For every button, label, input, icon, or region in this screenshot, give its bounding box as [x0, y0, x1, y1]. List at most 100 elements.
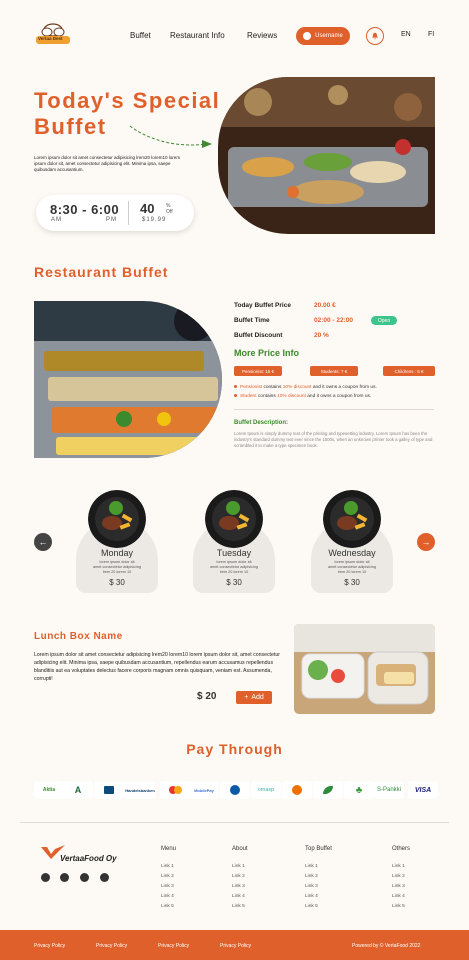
bullet-icon	[234, 394, 237, 398]
restaurant-buffet-title: Restaurant Buffet	[34, 264, 169, 280]
footer-link[interactable]: Link 4	[161, 892, 174, 902]
user-button[interactable]: Username	[296, 27, 350, 45]
buffet-discount-value: 20 %	[314, 332, 329, 339]
danske-logo[interactable]	[94, 781, 124, 799]
footer-col-menu-title: Menu	[161, 846, 177, 852]
plus-icon: +	[244, 694, 249, 701]
notification-bell-icon[interactable]	[366, 27, 384, 45]
mobilepay-logo[interactable]: MobilePay	[189, 781, 219, 799]
footer-about-links: Link 1 Link 2 Link 3 Link 4 Link 5	[232, 862, 245, 912]
steak-plate-image	[88, 490, 146, 548]
aktia-logo[interactable]: Aktia	[34, 781, 64, 799]
privacy-policy-link[interactable]: Privacy Policy	[34, 943, 65, 949]
buffet-time-label: Buffet Time	[234, 317, 270, 324]
alandsbanken-logo[interactable]: A	[63, 781, 93, 799]
add-to-cart-button[interactable]: + Add	[236, 691, 272, 704]
footer-link[interactable]: Link 3	[232, 882, 245, 892]
today-price-label: Today Buffet Price	[234, 302, 291, 309]
s-pankki-logo[interactable]: S-Pankki	[374, 781, 404, 799]
pop-pankki-logo[interactable]	[313, 781, 343, 799]
nordea-logo[interactable]	[220, 781, 250, 799]
day-card-monday[interactable]: Monday lorem ipsum dolor sit amet consec…	[76, 490, 158, 593]
steak-plate-image	[205, 490, 263, 548]
bottom-bar: Privacy Policy Privacy Policy Privacy Po…	[0, 930, 469, 960]
footer-link[interactable]: Link 2	[232, 872, 245, 882]
privacy-policy-link[interactable]: Privacy Policy	[158, 943, 189, 949]
hero-buffet-image	[218, 77, 435, 234]
buffet-description-title: Buffet Description:	[234, 420, 288, 426]
powered-by-text: Powered by © VertaFood 2022	[352, 943, 421, 949]
day-card-wednesday[interactable]: Wednesday lorem ipsum dolor sit amet con…	[311, 490, 393, 593]
footer-link[interactable]: Link 3	[392, 882, 405, 892]
facebook-icon[interactable]	[60, 873, 69, 882]
discount-value: 40	[140, 201, 155, 216]
more-price-info-title: More Price Info	[234, 348, 300, 358]
mastercard-logo[interactable]	[160, 781, 190, 799]
carousel-next-button[interactable]: →	[417, 533, 435, 551]
footer-link[interactable]: Link 1	[161, 862, 174, 872]
student-note: Student contains 10% discount and it own…	[234, 394, 371, 399]
user-icon	[303, 32, 312, 40]
off-label: Off	[166, 209, 173, 215]
lang-en[interactable]: EN	[401, 31, 411, 38]
day-price: $ 30	[226, 578, 242, 587]
footer-link[interactable]: Link 1	[232, 862, 245, 872]
brand-logo[interactable]: Vertaa Dest	[34, 22, 72, 48]
time-discount-box: 8:30 - 6:00 AM PM 40 % Off $19.99	[36, 195, 194, 231]
divider	[128, 201, 129, 225]
linkedin-icon[interactable]	[100, 873, 109, 882]
day-price: $ 30	[344, 578, 360, 587]
footer-link[interactable]: Link 4	[305, 892, 318, 902]
day-name: Wednesday	[328, 548, 376, 558]
footer-link[interactable]: Link 3	[161, 882, 174, 892]
add-label: Add	[251, 694, 264, 701]
pm-label: PM	[106, 217, 117, 223]
open-badge: Open	[371, 316, 397, 325]
footer-link[interactable]: Link 3	[305, 882, 318, 892]
lunch-box-title: Lunch Box Name	[34, 631, 123, 642]
footer-link[interactable]: Link 5	[305, 902, 318, 912]
op-logo[interactable]	[282, 781, 312, 799]
instagram-icon[interactable]	[41, 873, 50, 882]
footer-link[interactable]: Link 4	[232, 892, 245, 902]
youtube-icon[interactable]	[80, 873, 89, 882]
footer-link[interactable]: Link 2	[161, 872, 174, 882]
footer-logo-text: VertaaFood Oy	[60, 854, 117, 863]
pensionist-pill: Pensionist: 15 €	[234, 366, 282, 376]
footer-link[interactable]: Link 2	[392, 872, 405, 882]
privacy-policy-link[interactable]: Privacy Policy	[220, 943, 251, 949]
footer-menu-links: Link 1 Link 2 Link 3 Link 4 Link 5	[161, 862, 174, 912]
nav-reviews[interactable]: Reviews	[247, 31, 277, 40]
am-label: AM	[51, 217, 62, 223]
steak-plate-image	[323, 490, 381, 548]
lang-fi[interactable]: FI	[428, 31, 434, 38]
today-price-value: 20.00 €	[314, 302, 336, 309]
footer-col-top-buffet-title: Top Buffet	[305, 846, 332, 852]
omasp-logo[interactable]: omasp	[251, 781, 281, 799]
footer-others-links: Link 1 Link 2 Link 3 Link 4 Link 5	[392, 862, 405, 912]
footer-link[interactable]: Link 5	[161, 902, 174, 912]
pensionist-note: Pensionist contains 10% discount and it …	[234, 385, 377, 390]
day-name: Tuesday	[216, 548, 252, 558]
dashed-arrow-icon	[129, 125, 212, 148]
footer-link[interactable]: Link 1	[305, 862, 318, 872]
nav-restaurant-info[interactable]: Restaurant Info	[170, 31, 225, 40]
footer-link[interactable]: Link 4	[392, 892, 405, 902]
day-card-tuesday[interactable]: Tuesday lorem ipsum dolor sit amet conse…	[193, 490, 275, 593]
privacy-policy-link[interactable]: Privacy Policy	[96, 943, 127, 949]
saastopankki-logo[interactable]: ♣	[344, 781, 374, 799]
pay-through-title: Pay Through	[186, 741, 283, 757]
carousel-prev-button[interactable]: ←	[34, 533, 52, 551]
lunch-box-price: $ 20	[197, 691, 217, 702]
footer-link[interactable]: Link 1	[392, 862, 405, 872]
handelsbanken-logo[interactable]: Handelsbanken	[124, 781, 156, 799]
logo-text: Vertaa Dest	[38, 36, 63, 41]
nav-buffet[interactable]: Buffet	[130, 31, 151, 40]
bullet-icon	[234, 385, 237, 389]
visa-logo[interactable]: VISA	[408, 781, 438, 799]
footer-link[interactable]: Link 5	[232, 902, 245, 912]
footer-col-about-title: About	[232, 846, 248, 852]
footer-link[interactable]: Link 5	[392, 902, 405, 912]
footer-link[interactable]: Link 2	[305, 872, 318, 882]
day-name: Monday	[100, 548, 134, 558]
